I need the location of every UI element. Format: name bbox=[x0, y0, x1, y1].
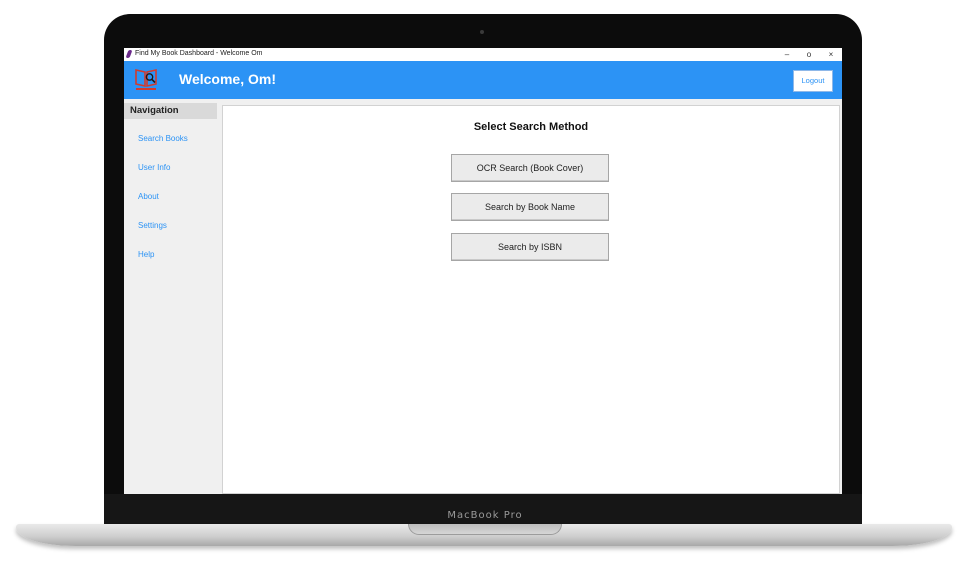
sidebar-item-help[interactable]: Help bbox=[138, 250, 154, 259]
main-panel: Select Search Method OCR Search (Book Co… bbox=[222, 105, 840, 494]
book-logo-icon bbox=[135, 69, 157, 90]
laptop-opening-notch bbox=[408, 524, 562, 535]
laptop-mockup: Find My Book Dashboard - Welcome Om – o … bbox=[0, 0, 970, 578]
minimize-button[interactable]: – bbox=[776, 48, 798, 61]
navigation-sidebar: Navigation Search Books User Info About … bbox=[124, 99, 219, 494]
welcome-heading: Welcome, Om! bbox=[179, 71, 276, 87]
sidebar-item-user-info[interactable]: User Info bbox=[138, 163, 170, 172]
maximize-button[interactable]: o bbox=[798, 48, 820, 61]
app-header: Welcome, Om! Logout bbox=[124, 61, 842, 99]
sidebar-item-settings[interactable]: Settings bbox=[138, 221, 167, 230]
sidebar-item-search-books[interactable]: Search Books bbox=[138, 134, 188, 143]
window-titlebar: Find My Book Dashboard - Welcome Om – o … bbox=[124, 48, 842, 61]
webcam bbox=[480, 30, 484, 34]
app-window: Find My Book Dashboard - Welcome Om – o … bbox=[124, 48, 842, 494]
ocr-search-button[interactable]: OCR Search (Book Cover) bbox=[451, 154, 609, 182]
logout-button[interactable]: Logout bbox=[793, 70, 833, 92]
laptop-model-label: MacBook Pro bbox=[447, 510, 523, 521]
sidebar-heading: Navigation bbox=[124, 103, 217, 119]
page-title: Select Search Method bbox=[473, 121, 589, 133]
close-button[interactable]: × bbox=[820, 48, 842, 61]
window-title: Find My Book Dashboard - Welcome Om bbox=[135, 50, 263, 57]
app-feather-icon bbox=[125, 50, 133, 58]
search-by-isbn-button[interactable]: Search by ISBN bbox=[451, 233, 609, 261]
search-by-book-name-button[interactable]: Search by Book Name bbox=[451, 193, 609, 221]
sidebar-item-about[interactable]: About bbox=[138, 192, 159, 201]
